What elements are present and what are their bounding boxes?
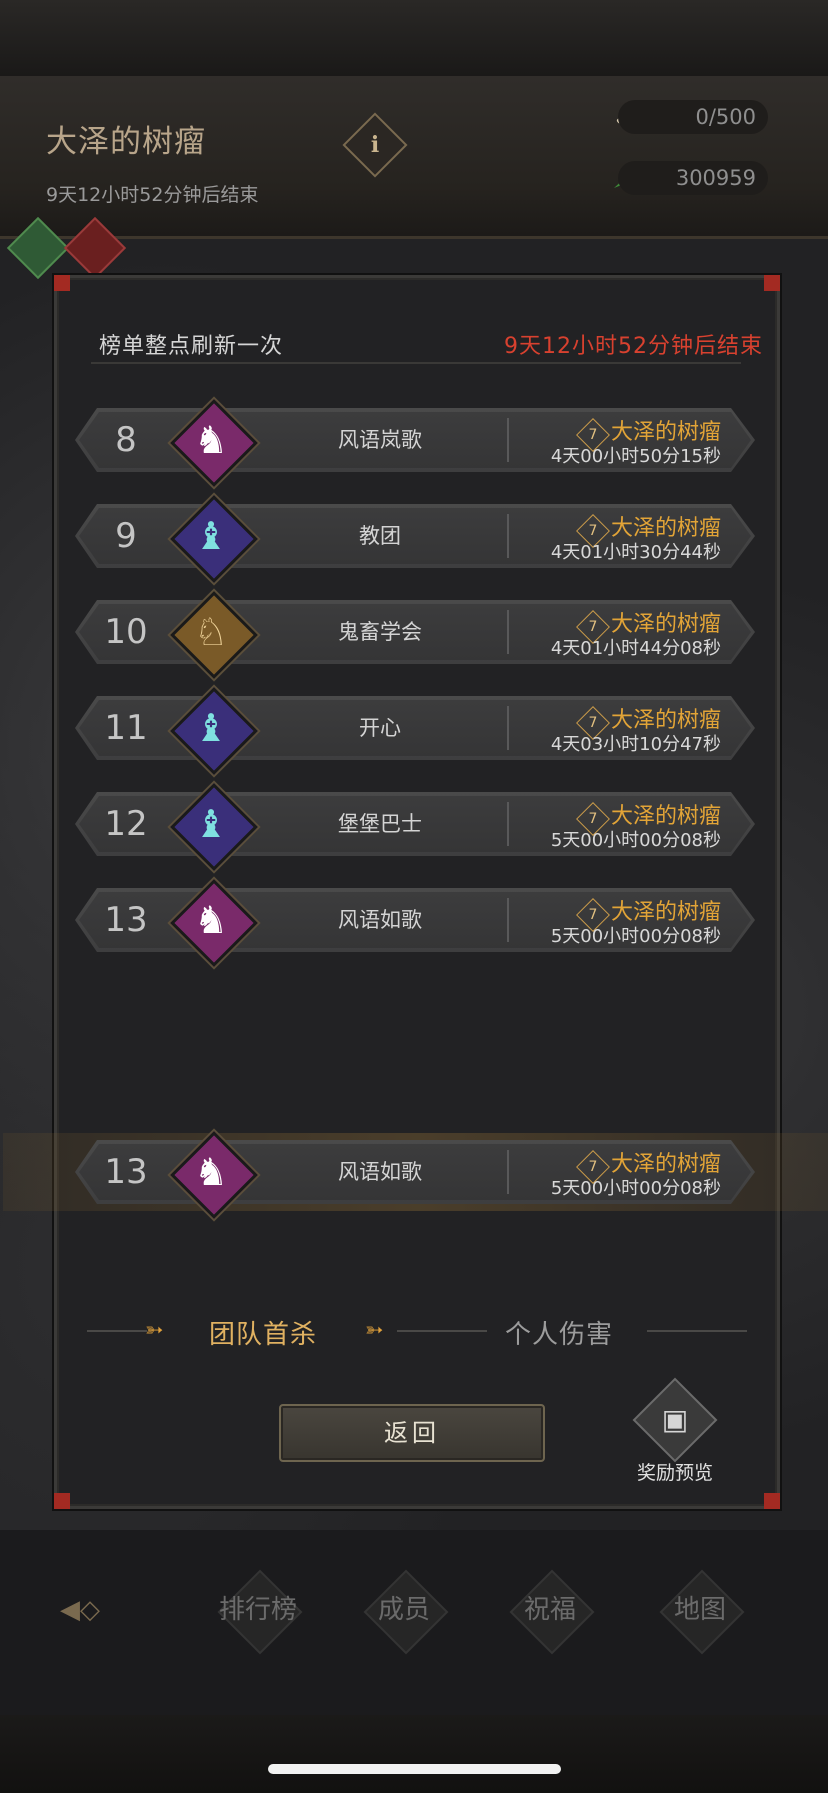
guild-avatar: ♞ bbox=[170, 399, 258, 487]
kill-time: 4天03小时10分47秒 bbox=[550, 734, 721, 755]
leaderboard-row[interactable]: 11 ♝ 开心 7 大泽的树瘤 4天03小时10分47秒 bbox=[75, 687, 755, 775]
rank-number: 13 bbox=[104, 1152, 148, 1192]
purple-knight-icon: ♞ bbox=[193, 898, 229, 942]
leaderboard-modal: 榜单整点刷新一次 9天12小时52分钟后结束 8 ♞ 风语岚歌 7 大泽的树瘤 4… bbox=[3, 275, 828, 1509]
kill-time: 4天01小时44分08秒 bbox=[550, 638, 721, 659]
leaderboard-row[interactable]: 10 ♘ 鬼畜学会 7 大泽的树瘤 4天01小时44分08秒 bbox=[75, 591, 755, 679]
divider bbox=[91, 362, 741, 364]
blue-mage-icon: ♝ bbox=[193, 514, 229, 558]
guild-name: 堡堡巴士 bbox=[338, 812, 422, 836]
currency-counter: 300959 bbox=[618, 161, 768, 195]
leaderboard-row[interactable]: 12 ♝ 堡堡巴士 7 大泽的树瘤 5天00小时00分08秒 bbox=[75, 783, 755, 871]
food-counter: 0/500 bbox=[618, 100, 768, 134]
leaderboard-row[interactable]: 9 ♝ 教团 7 大泽的树瘤 4天01小时30分44秒 bbox=[75, 495, 755, 583]
nav-blessing[interactable]: 祝福 bbox=[490, 1565, 610, 1655]
home-indicator[interactable] bbox=[268, 1764, 561, 1774]
return-button[interactable]: 返回 bbox=[279, 1404, 545, 1462]
rank-number: 8 bbox=[115, 420, 137, 460]
own-guild-row[interactable]: 13 ♞ 风语如歌 7 大泽的树瘤 5天00小时00分08秒 bbox=[75, 1131, 755, 1219]
refresh-note: 榜单整点刷新一次 bbox=[99, 334, 284, 359]
boss-subtitle: 9天12小时52分钟后结束 bbox=[46, 184, 259, 206]
leaderboard-row[interactable]: 8 ♞ 风语岚歌 7 大泽的树瘤 4天00小时50分15秒 bbox=[75, 399, 755, 487]
guild-name: 教团 bbox=[359, 524, 401, 548]
guild-avatar: ♝ bbox=[170, 783, 258, 871]
rank-number: 10 bbox=[104, 612, 148, 652]
ranking-tabs: ➳ 团队首杀 ➳ 个人伤害 bbox=[57, 1306, 777, 1356]
guild-name: 风语岚歌 bbox=[338, 428, 422, 452]
chest-icon: ▣ bbox=[632, 1377, 718, 1463]
boss-title: 大泽的树瘤 bbox=[46, 124, 206, 160]
shield-buff-icon[interactable] bbox=[6, 216, 70, 280]
top-bar bbox=[0, 0, 828, 78]
guild-name: 鬼畜学会 bbox=[338, 620, 422, 644]
nav-map[interactable]: 地图 bbox=[640, 1565, 760, 1655]
guild-avatar: ♝ bbox=[170, 687, 258, 775]
blue-mage-icon: ♝ bbox=[193, 706, 229, 750]
rank-number: 11 bbox=[104, 708, 148, 748]
status-icons bbox=[6, 216, 127, 280]
guild-name: 风语如歌 bbox=[338, 1160, 422, 1184]
reward-preview-button[interactable]: ▣ 奖励预览 bbox=[625, 1377, 725, 1490]
back-arrow-icon[interactable]: ◀◇ bbox=[40, 1565, 120, 1655]
kill-time: 5天00小时00分08秒 bbox=[550, 830, 721, 851]
blue-mage-icon: ♝ bbox=[193, 802, 229, 846]
purple-knight-icon: ♞ bbox=[193, 418, 229, 462]
bottom-band bbox=[0, 1715, 828, 1793]
rank-number: 13 bbox=[104, 900, 148, 940]
tab-personal-damage[interactable]: 个人伤害 bbox=[505, 1314, 613, 1351]
corner-ornament bbox=[54, 1493, 70, 1509]
corner-ornament bbox=[764, 275, 780, 291]
rank-number: 9 bbox=[115, 516, 137, 556]
kill-time: 5天00小时00分08秒 bbox=[550, 926, 721, 947]
guild-name: 开心 bbox=[359, 716, 401, 740]
kill-time: 5天00小时00分08秒 bbox=[550, 1178, 721, 1199]
nav-members[interactable]: 成员 bbox=[344, 1565, 464, 1655]
rank-number: 12 bbox=[104, 804, 148, 844]
guild-avatar: ♞ bbox=[170, 879, 258, 967]
gold-unicorn-icon: ♘ bbox=[193, 610, 229, 654]
guild-avatar: ♝ bbox=[170, 495, 258, 583]
countdown-timer: 9天12小时52分钟后结束 bbox=[504, 334, 763, 359]
corner-ornament bbox=[764, 1493, 780, 1509]
kill-time: 4天01小时30分44秒 bbox=[550, 542, 721, 563]
ornament-icon: ➳ bbox=[145, 1318, 164, 1343]
nav-leaderboard[interactable]: 排行榜 bbox=[198, 1565, 318, 1655]
leaderboard-row[interactable]: 13 ♞ 风语如歌 7 大泽的树瘤 5天00小时00分08秒 bbox=[75, 879, 755, 967]
kill-time: 4天00小时50分15秒 bbox=[550, 446, 721, 467]
guild-avatar: ♘ bbox=[170, 591, 258, 679]
purple-knight-icon: ♞ bbox=[193, 1150, 229, 1194]
info-icon: i bbox=[370, 132, 380, 158]
guild-name: 风语如歌 bbox=[338, 908, 422, 932]
tab-team-first-kill[interactable]: 团队首杀 bbox=[209, 1314, 317, 1351]
guild-avatar: ♞ bbox=[170, 1131, 258, 1219]
corner-ornament bbox=[54, 275, 70, 291]
ornament-icon: ➳ bbox=[365, 1318, 384, 1343]
debuff-icon[interactable] bbox=[63, 216, 127, 280]
bottom-navigation: ◀◇ 排行榜 成员 祝福 地图 bbox=[0, 1565, 828, 1655]
